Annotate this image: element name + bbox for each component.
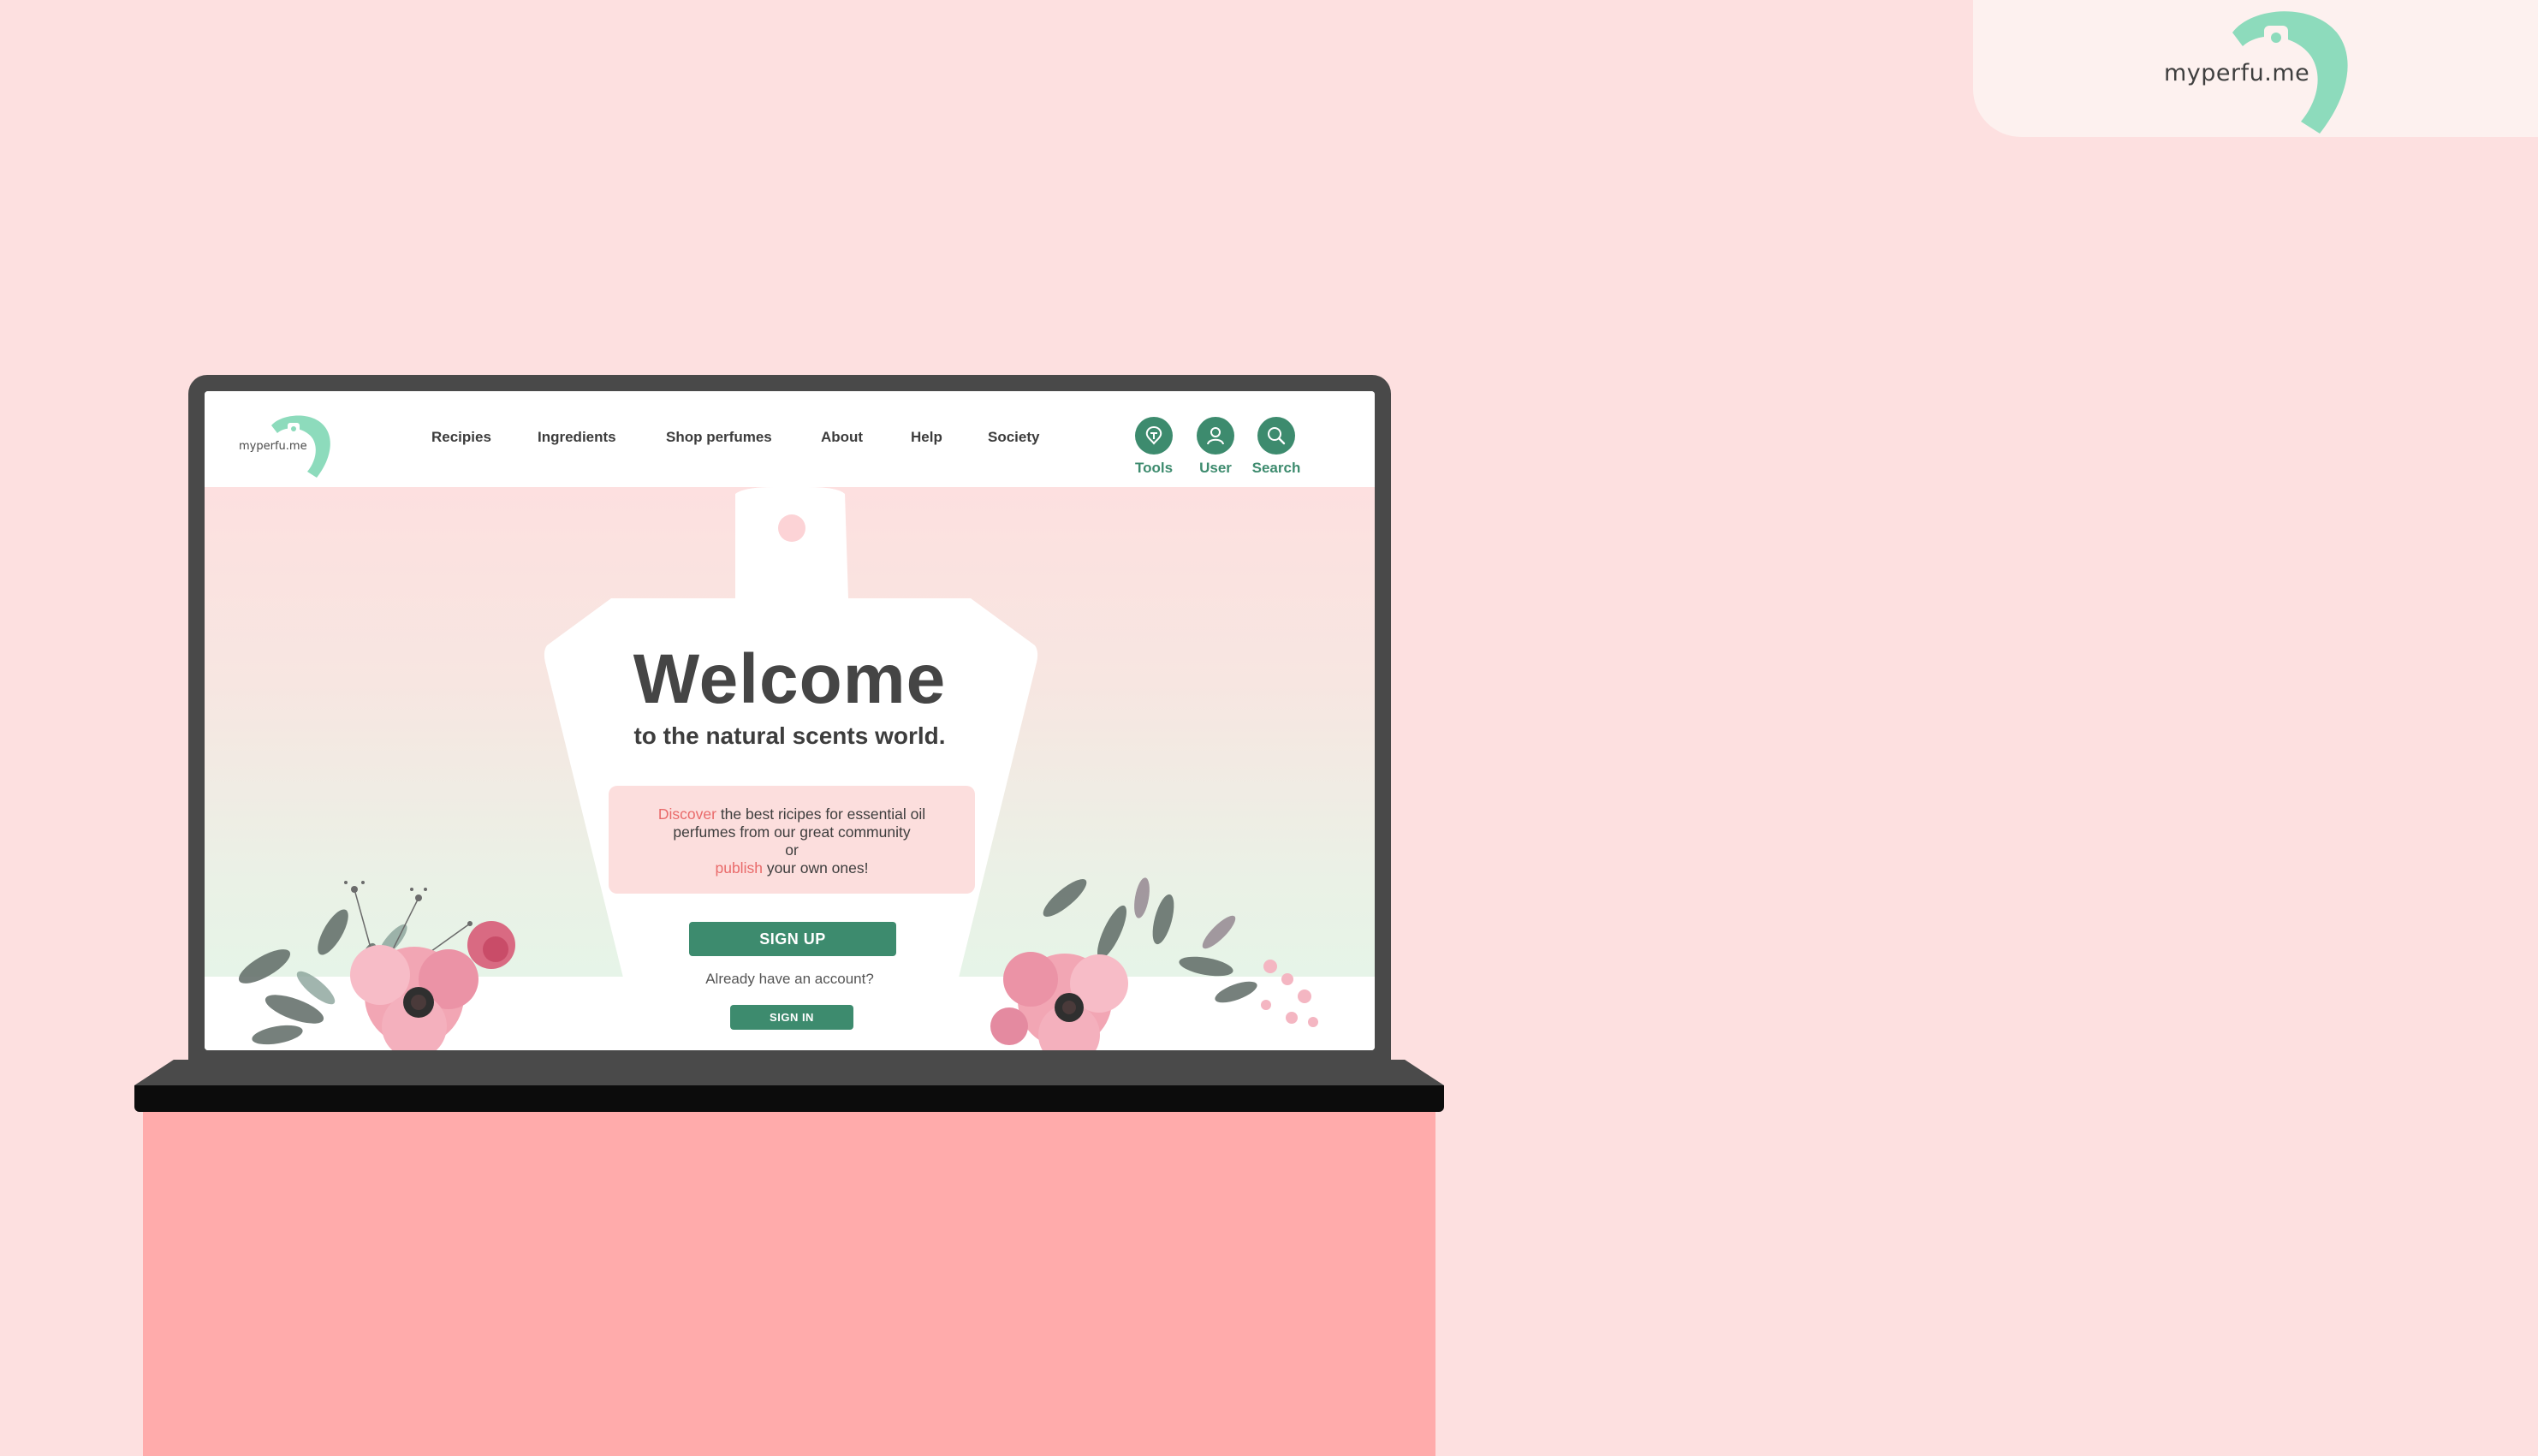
search-button[interactable]: Search	[1242, 417, 1311, 477]
tools-label: Tools	[1134, 460, 1174, 476]
signin-button[interactable]: SIGN IN	[730, 1005, 853, 1030]
publish-link[interactable]: publish	[715, 859, 762, 877]
signup-button[interactable]: SIGN UP	[689, 922, 896, 956]
brand-name: myperfu.me	[2164, 60, 2310, 86]
site-logo-text[interactable]: myperfu.me	[239, 440, 307, 453]
hero-section: Welcome to the natural scents world. Dis…	[205, 487, 1375, 1050]
intro-line2: perfumes from our great community	[673, 823, 911, 841]
laptop-base	[134, 1060, 1444, 1085]
nav-recipies[interactable]: Recipies	[431, 429, 491, 446]
user-icon	[1197, 417, 1234, 455]
discover-link[interactable]: Discover	[658, 805, 716, 823]
user-label: User	[1199, 460, 1232, 476]
tools-button[interactable]: Tools	[1120, 417, 1188, 477]
nav-about[interactable]: About	[821, 429, 863, 446]
intro-line3: or	[785, 841, 799, 859]
welcome-subtitle: to the natural scents world.	[633, 722, 946, 749]
laptop-base-edge	[134, 1085, 1444, 1112]
nav-help[interactable]: Help	[911, 429, 942, 446]
welcome-title: Welcome	[633, 640, 947, 718]
intro-box: Discover the best ricipes for essential …	[609, 786, 975, 894]
nav-ingredients[interactable]: Ingredients	[538, 429, 616, 446]
desk	[143, 1112, 1435, 1456]
nav-shop-perfumes[interactable]: Shop perfumes	[666, 429, 772, 446]
tools-icon	[1135, 417, 1173, 455]
search-icon	[1257, 417, 1295, 455]
site-header: myperfu.me Recipies Ingredients Shop per…	[205, 391, 1375, 487]
already-account-text: Already have an account?	[705, 971, 874, 987]
perfume-bottle-shape	[544, 487, 1038, 1050]
search-label: Search	[1251, 460, 1301, 476]
user-button[interactable]: User	[1181, 417, 1250, 477]
intro-line1: the best ricipes for essential oil	[716, 805, 926, 823]
laptop-screen: myperfu.me Recipies Ingredients Shop per…	[205, 391, 1375, 1050]
nav-society[interactable]: Society	[988, 429, 1039, 446]
intro-line4: your own ones!	[762, 859, 869, 877]
